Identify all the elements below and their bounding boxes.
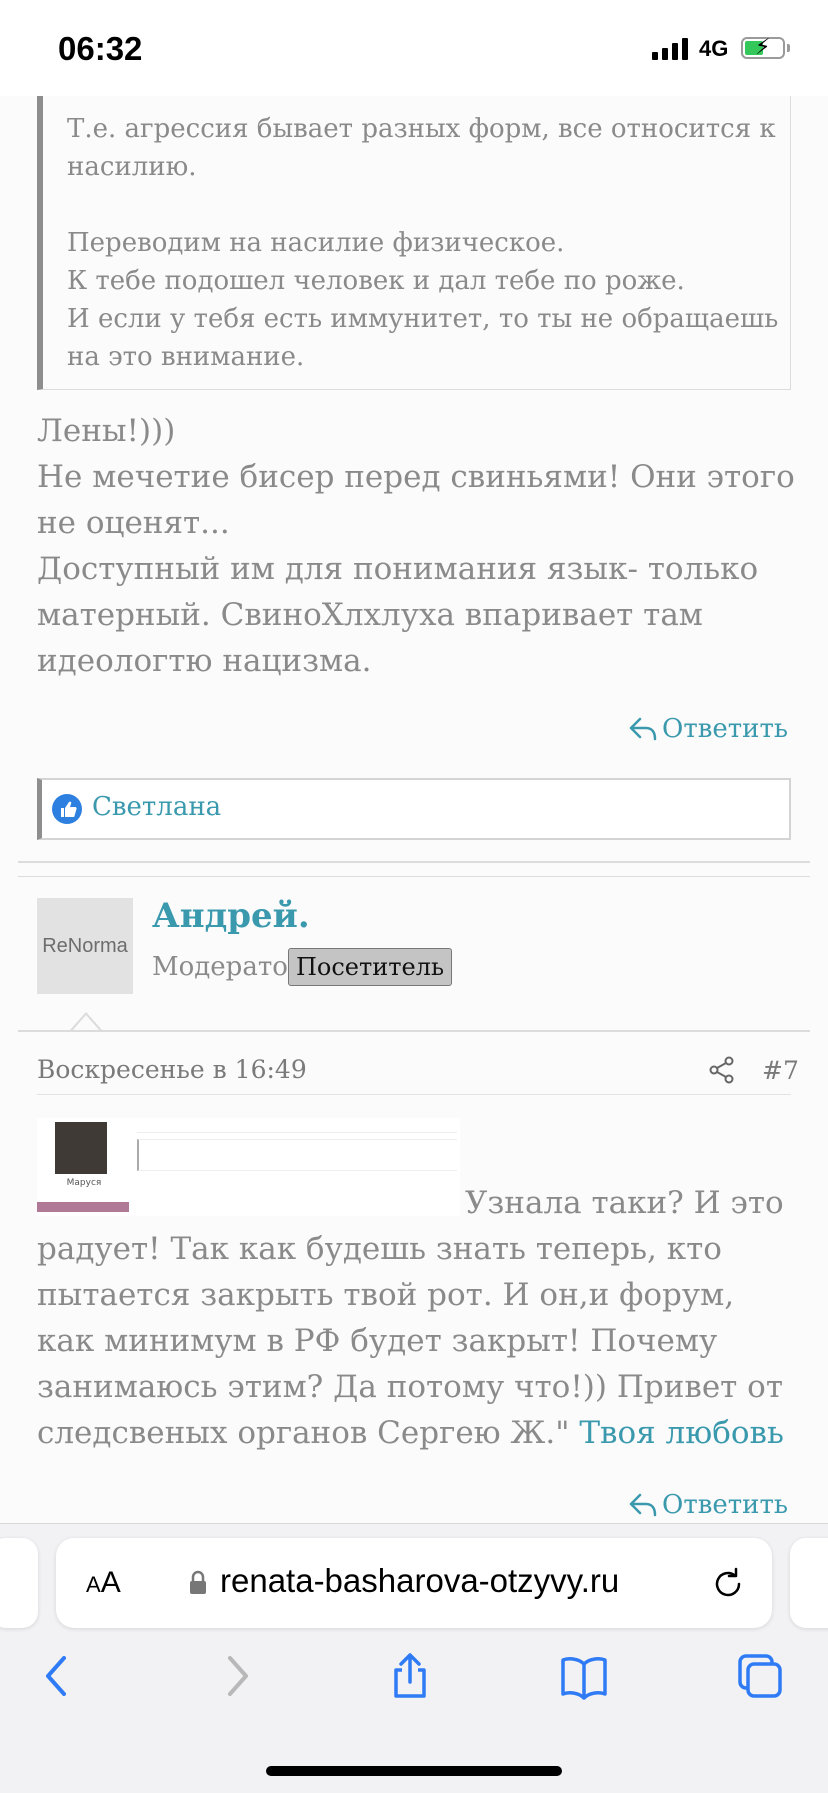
quote-text: Т.е. агрессия бывает разных форм, все от… <box>67 114 779 372</box>
reply-button[interactable]: Ответить <box>628 714 788 744</box>
reply-icon <box>629 717 657 741</box>
likes-bar: Светлана <box>37 778 791 840</box>
lock-icon <box>190 1570 206 1594</box>
status-time: 06:32 <box>58 30 143 67</box>
signature-link[interactable]: Твоя любовь <box>579 1415 784 1451</box>
quote-block: Т.е. агрессия бывает разных форм, все от… <box>37 96 791 390</box>
battery-icon: ⚡ <box>741 35 785 60</box>
post-date[interactable]: Воскресенье в 16:49 <box>37 1055 307 1084</box>
battery-tip <box>787 44 790 52</box>
home-indicator[interactable] <box>266 1766 562 1776</box>
header-divider <box>18 1030 810 1032</box>
post-text: Узнала таки? И это радует! Так как будеш… <box>37 1185 784 1451</box>
reply-icon <box>629 1493 657 1517</box>
url-text[interactable]: renata-basharova-otzyvy.ru <box>220 1562 619 1600</box>
status-badge: Посетитель <box>288 948 452 986</box>
signal-icon <box>652 38 690 60</box>
text-size-button[interactable]: AA <box>86 1566 121 1600</box>
reply-label: Ответить <box>662 714 788 744</box>
next-tab-preview[interactable] <box>790 1538 828 1628</box>
back-icon[interactable] <box>34 1652 82 1700</box>
date-divider <box>37 1094 791 1095</box>
like-user-link[interactable]: Светлана <box>92 792 221 822</box>
post-divider <box>18 861 810 863</box>
forward-icon[interactable] <box>212 1652 260 1700</box>
post-divider <box>18 876 810 877</box>
cat-photo <box>55 1122 107 1174</box>
reload-icon[interactable] <box>710 1566 746 1602</box>
status-bar: 06:32 4G ⚡ <box>0 0 828 96</box>
post-number[interactable]: #7 <box>762 1056 799 1085</box>
post-body: Лены!))) Не мечетие бисер перед свиньями… <box>37 413 795 679</box>
share-icon[interactable] <box>709 1056 735 1084</box>
bookmarks-icon[interactable] <box>560 1652 608 1700</box>
author-name[interactable]: Андрей. <box>152 896 310 936</box>
avatar[interactable]: ReNorma <box>37 898 133 994</box>
user-role: Модератор <box>152 952 305 982</box>
header-pointer-inner <box>72 1015 100 1031</box>
network-type: 4G <box>699 36 729 61</box>
tabs-icon[interactable] <box>736 1652 784 1700</box>
previous-tab-preview[interactable] <box>0 1538 38 1628</box>
post-body-2: Узнала таки? И это радует! Так как будеш… <box>37 1180 797 1456</box>
reply-button-2[interactable]: Ответить <box>628 1490 788 1520</box>
thumbs-up-icon <box>52 794 82 824</box>
reply-label: Ответить <box>662 1490 788 1520</box>
share-sheet-icon[interactable] <box>386 1652 434 1700</box>
address-bar[interactable]: AA renata-basharova-otzyvy.ru <box>56 1538 772 1628</box>
